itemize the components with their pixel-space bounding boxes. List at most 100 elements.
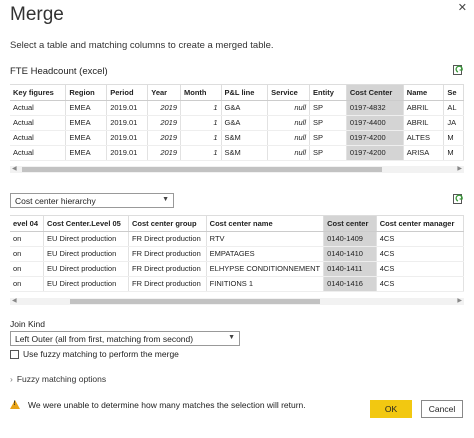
refresh-icon[interactable] [452, 193, 464, 205]
table-cell: SP [309, 130, 347, 146]
fuzzy-matching-checkbox[interactable] [10, 350, 19, 359]
join-kind-value: Left Outer (all from first, matching fro… [15, 334, 194, 344]
table-cell: 4CS [376, 246, 464, 262]
table-cell: 2019 [147, 100, 181, 116]
table-row: Actual EMEA 2019.01 2019 1 G&A null SP 0197-4400… [10, 115, 464, 131]
table-cell: ARISA [403, 145, 445, 161]
table-cell: Actual [10, 100, 67, 116]
table-cell: 1 [180, 145, 222, 161]
column-header[interactable]: Name [403, 85, 445, 101]
column-header[interactable]: Year [147, 85, 181, 101]
column-header[interactable]: evel 04 [10, 216, 45, 232]
table-row: on EU Direct production FR Direct producti… [10, 276, 464, 292]
table-cell: Actual [10, 115, 67, 131]
first-table: Key figures Region Period Year Month P&L line… [10, 85, 464, 161]
table-cell: EMEA [65, 115, 108, 131]
table-cell: 0197-4200 [346, 145, 404, 161]
table-cell: 2019.01 [106, 115, 149, 131]
column-header[interactable]: Entity [309, 85, 347, 101]
table-cell: EMPATAGES [206, 246, 325, 262]
column-header[interactable]: Period [106, 85, 149, 101]
fuzzy-options-expander[interactable]: › Fuzzy matching options [10, 374, 106, 384]
table-cell: JA [443, 115, 464, 131]
second-table-select[interactable]: Cost center hierarchy ▼ [10, 193, 174, 208]
fuzzy-matching-label: Use fuzzy matching to perform the merge [23, 349, 179, 359]
table-cell: ELHYPSE CONDITIONNEMENT [206, 261, 325, 277]
column-header[interactable]: Cost center group [128, 216, 207, 232]
scrollbar-thumb[interactable] [70, 299, 320, 304]
second-table-grid: evel 04 Cost Center.Level 05 Cost center g… [10, 215, 464, 297]
table-cell: FINITIONS 1 [206, 276, 325, 292]
column-header[interactable]: Cost Center.Level 05 [43, 216, 129, 232]
second-table-scrollbar[interactable]: ◀ ▶ [10, 298, 464, 305]
table-row: Actual EMEA 2019.01 2019 1 S&M null SP 0197-4200… [10, 130, 464, 146]
column-header[interactable]: P&L line [221, 85, 269, 101]
column-header[interactable]: Se [443, 85, 464, 101]
scroll-right-icon[interactable]: ▶ [457, 297, 462, 304]
table-cell: SP [309, 145, 347, 161]
table-cell: 4CS [376, 231, 464, 247]
table-cell: S&M [221, 145, 269, 161]
table-cell: 1 [180, 115, 222, 131]
chevron-right-icon: › [10, 374, 13, 384]
table-cell: FR Direct production [128, 276, 207, 292]
table-cell: 4CS [376, 276, 464, 292]
close-icon[interactable]: ✕ [458, 1, 467, 14]
table-cell: 0197-4832 [346, 100, 404, 116]
column-header[interactable]: Cost center manager [376, 216, 464, 232]
table-cell: EU Direct production [43, 231, 129, 247]
column-header[interactable]: Service [267, 85, 311, 101]
join-kind-select[interactable]: Left Outer (all from first, matching fro… [10, 331, 240, 346]
chevron-down-icon: ▼ [162, 196, 169, 203]
column-header[interactable]: Region [65, 85, 108, 101]
table-cell: FR Direct production [128, 261, 207, 277]
table-cell: 0140-1411 [323, 261, 377, 277]
table-row: on EU Direct production FR Direct producti… [10, 261, 464, 277]
scroll-right-icon[interactable]: ▶ [457, 165, 462, 172]
table-cell: ALTES [403, 130, 445, 146]
table-cell: ABRIL [403, 100, 445, 116]
table-cell: on [10, 276, 45, 292]
table-cell: 1 [180, 130, 222, 146]
first-table-grid: Key figures Region Period Year Month P&L line… [10, 84, 464, 164]
table-cell: null [267, 115, 311, 131]
table-cell: M [443, 130, 464, 146]
table-cell: RTV [206, 231, 325, 247]
table-cell: on [10, 261, 45, 277]
first-table-scrollbar[interactable]: ◀ ▶ [10, 166, 464, 173]
table-cell: 2019 [147, 115, 181, 131]
table-cell: M [443, 145, 464, 161]
table-cell: Actual [10, 130, 67, 146]
table-cell: 2019 [147, 145, 181, 161]
table-cell: 2019.01 [106, 130, 149, 146]
table-cell: EMEA [65, 145, 108, 161]
fuzzy-options-label: Fuzzy matching options [16, 374, 107, 384]
table-row: Actual EMEA 2019.01 2019 1 S&M null SP 0197-4200… [10, 145, 464, 161]
table-cell: EMEA [65, 130, 108, 146]
table-cell: ABRIL [403, 115, 445, 131]
scroll-left-icon[interactable]: ◀ [12, 165, 17, 172]
table-cell: EU Direct production [43, 246, 129, 262]
warning-icon [10, 400, 20, 409]
refresh-icon[interactable] [452, 64, 464, 76]
table-cell: G&A [221, 100, 269, 116]
table-row: on EU Direct production FR Direct producti… [10, 246, 464, 262]
second-table-select-value: Cost center hierarchy [15, 196, 96, 206]
column-header[interactable]: Month [180, 85, 222, 101]
column-header[interactable]: Cost center [323, 216, 377, 232]
column-header[interactable]: Cost center name [206, 216, 325, 232]
scroll-left-icon[interactable]: ◀ [12, 297, 17, 304]
column-header[interactable]: Cost Center [346, 85, 404, 101]
table-cell: 0140-1409 [323, 231, 377, 247]
table-cell: 0197-4200 [346, 130, 404, 146]
column-header[interactable]: Key figures [10, 85, 67, 101]
table-cell: 0197-4400 [346, 115, 404, 131]
table-cell: on [10, 231, 45, 247]
join-kind-label: Join Kind [10, 319, 45, 329]
table-cell: 2019.01 [106, 145, 149, 161]
table-cell: G&A [221, 115, 269, 131]
cancel-button[interactable]: Cancel [421, 400, 463, 418]
dialog-title: Merge [10, 4, 64, 25]
ok-button[interactable]: OK [370, 400, 412, 418]
scrollbar-thumb[interactable] [22, 167, 382, 172]
